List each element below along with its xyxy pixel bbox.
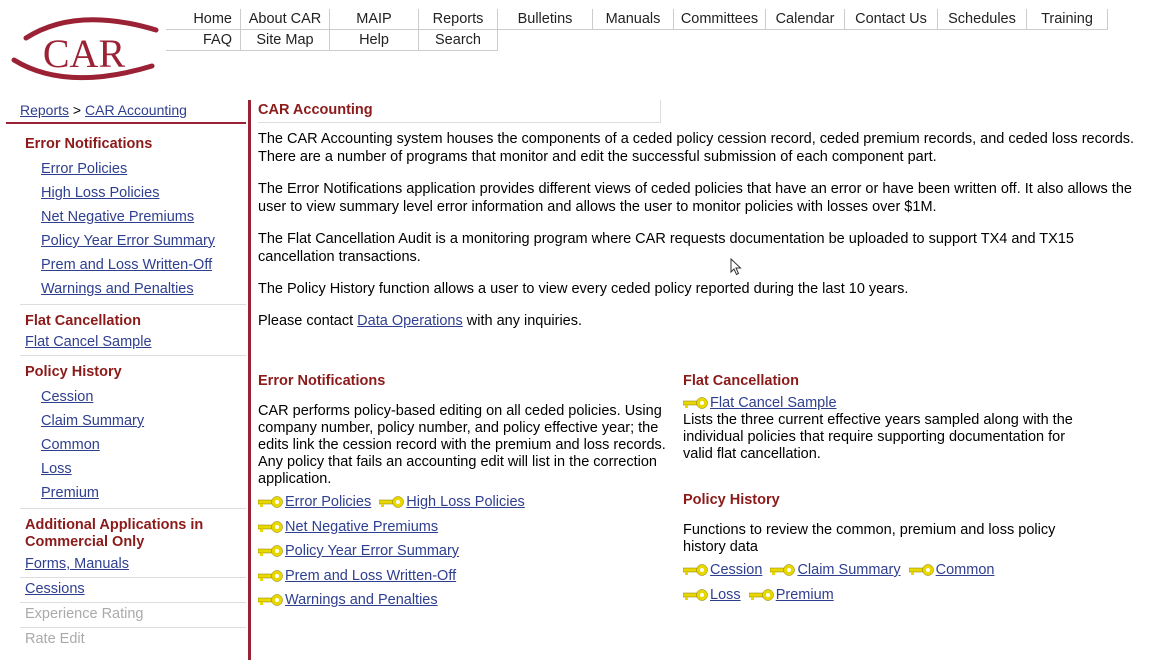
- key-icon: [683, 589, 709, 601]
- nav-help[interactable]: Help: [329, 29, 419, 51]
- main-content: CAR Accounting The CAR Accounting system…: [258, 100, 1138, 344]
- sidebar-item-flat-cancel[interactable]: Flat Cancel Sample: [25, 334, 152, 350]
- link-prem-loss-written-off[interactable]: Prem and Loss Written-Off: [285, 568, 456, 584]
- nav-faq[interactable]: FAQ: [166, 29, 241, 51]
- sidebar-item-warnings[interactable]: Warnings and Penalties: [41, 281, 194, 297]
- data-operations-link[interactable]: Data Operations: [357, 313, 463, 329]
- nav-maip[interactable]: MAIP: [329, 9, 419, 30]
- sidebar-item-error-policies[interactable]: Error Policies: [41, 161, 127, 177]
- sidebar-section-policy: Policy History: [25, 364, 122, 380]
- sidebar-item-py-error[interactable]: Policy Year Error Summary: [41, 233, 215, 249]
- link-flat-cancel-sample[interactable]: Flat Cancel Sample: [710, 395, 837, 411]
- svg-text:CAR: CAR: [43, 31, 126, 76]
- flat-cancellation-desc: Lists the three current effective years …: [683, 412, 1073, 462]
- nav-schedules[interactable]: Schedules: [937, 9, 1027, 30]
- nav-reports[interactable]: Reports: [418, 9, 498, 30]
- key-icon: [258, 569, 284, 582]
- nav-committees[interactable]: Committees: [673, 9, 766, 30]
- sidebar-item-premium[interactable]: Premium: [41, 485, 99, 501]
- nav-calendar[interactable]: Calendar: [765, 9, 845, 30]
- nav-training[interactable]: Training: [1026, 9, 1108, 30]
- key-icon: [379, 496, 405, 508]
- policy-history-desc: Functions to review the common, premium …: [683, 522, 1056, 555]
- intro-paragraph-2: The Error Notifications application prov…: [258, 181, 1132, 215]
- nav-about[interactable]: About CAR: [240, 9, 330, 30]
- sidebar-item-experience-rating: Experience Rating: [25, 606, 144, 622]
- link-loss[interactable]: Loss: [710, 587, 741, 603]
- sidebar-section-additional: Additional Applications in Commercial On…: [25, 517, 204, 550]
- link-policy-year-error-summary[interactable]: Policy Year Error Summary: [285, 543, 459, 559]
- sidebar-item-cessions[interactable]: Cessions: [25, 581, 85, 597]
- sidebar-section-flat: Flat Cancellation: [25, 313, 142, 329]
- sidebar-item-forms-manuals[interactable]: Forms, Manuals: [25, 556, 129, 572]
- key-icon: [770, 564, 796, 576]
- nav-search[interactable]: Search: [418, 29, 498, 51]
- link-claim-summary[interactable]: Claim Summary: [797, 562, 900, 578]
- sidebar: Reports > CAR Accounting Error Notificat…: [6, 100, 246, 652]
- key-icon: [258, 520, 284, 533]
- key-icon: [908, 564, 935, 576]
- link-cession[interactable]: Cession: [710, 562, 762, 578]
- sidebar-item-common[interactable]: Common: [41, 437, 100, 453]
- key-icon: [683, 564, 709, 576]
- sidebar-item-high-loss[interactable]: High Loss Policies: [41, 185, 159, 201]
- policy-history-heading: Policy History: [683, 492, 780, 508]
- breadcrumb-reports[interactable]: Reports: [20, 102, 69, 118]
- nav-sitemap[interactable]: Site Map: [240, 29, 330, 51]
- link-net-negative-premiums[interactable]: Net Negative Premiums: [285, 519, 438, 535]
- key-icon: [258, 496, 284, 508]
- intro-paragraph-1: The CAR Accounting system houses the com…: [258, 131, 1135, 165]
- car-logo[interactable]: CAR: [6, 8, 166, 94]
- flat-cancellation-section: Flat Cancellation Flat Cancel Sample Lis…: [683, 373, 1103, 608]
- link-high-loss-policies[interactable]: High Loss Policies: [406, 494, 524, 510]
- sidebar-item-cession[interactable]: Cession: [41, 389, 93, 405]
- top-nav: Home About CAR MAIP Reports Bulletins Ma…: [166, 9, 1108, 51]
- contact-paragraph: Please contact Data Operations with any …: [258, 313, 583, 329]
- sidebar-divider: [248, 100, 251, 660]
- breadcrumb: Reports > CAR Accounting: [6, 100, 246, 124]
- intro-paragraph-4: The Policy History function allows a use…: [258, 281, 909, 297]
- nav-contact[interactable]: Contact Us: [844, 9, 938, 30]
- breadcrumb-current[interactable]: CAR Accounting: [85, 102, 187, 118]
- sidebar-item-claim-summary[interactable]: Claim Summary: [41, 413, 144, 429]
- error-notifications-section: Error Notifications CAR performs policy-…: [258, 373, 668, 613]
- breadcrumb-separator: >: [72, 102, 82, 118]
- link-error-policies[interactable]: Error Policies: [285, 494, 371, 510]
- nav-home[interactable]: Home: [166, 9, 241, 30]
- error-notifications-desc: CAR performs policy-based editing on all…: [258, 403, 666, 487]
- key-icon: [258, 545, 284, 557]
- link-warnings-penalties[interactable]: Warnings and Penalties: [285, 592, 438, 608]
- flat-cancellation-heading: Flat Cancellation: [683, 373, 800, 389]
- intro-paragraph-3: The Flat Cancellation Audit is a monitor…: [258, 231, 1074, 265]
- sidebar-item-net-negative[interactable]: Net Negative Premiums: [41, 209, 194, 225]
- nav-manuals[interactable]: Manuals: [592, 9, 674, 30]
- error-notifications-heading: Error Notifications: [258, 373, 386, 389]
- sidebar-item-loss[interactable]: Loss: [41, 461, 72, 477]
- mouse-cursor-icon: [730, 257, 742, 279]
- key-icon: [748, 589, 775, 601]
- link-premium[interactable]: Premium: [776, 587, 834, 603]
- page-title: CAR Accounting: [258, 100, 661, 123]
- nav-bulletins[interactable]: Bulletins: [497, 9, 593, 30]
- key-icon: [258, 594, 284, 606]
- sidebar-item-rate-edit: Rate Edit: [25, 631, 85, 647]
- sidebar-item-written-off[interactable]: Prem and Loss Written-Off: [41, 257, 212, 273]
- key-icon: [683, 397, 709, 409]
- link-common[interactable]: Common: [936, 562, 995, 578]
- sidebar-section-error: Error Notifications: [25, 136, 153, 152]
